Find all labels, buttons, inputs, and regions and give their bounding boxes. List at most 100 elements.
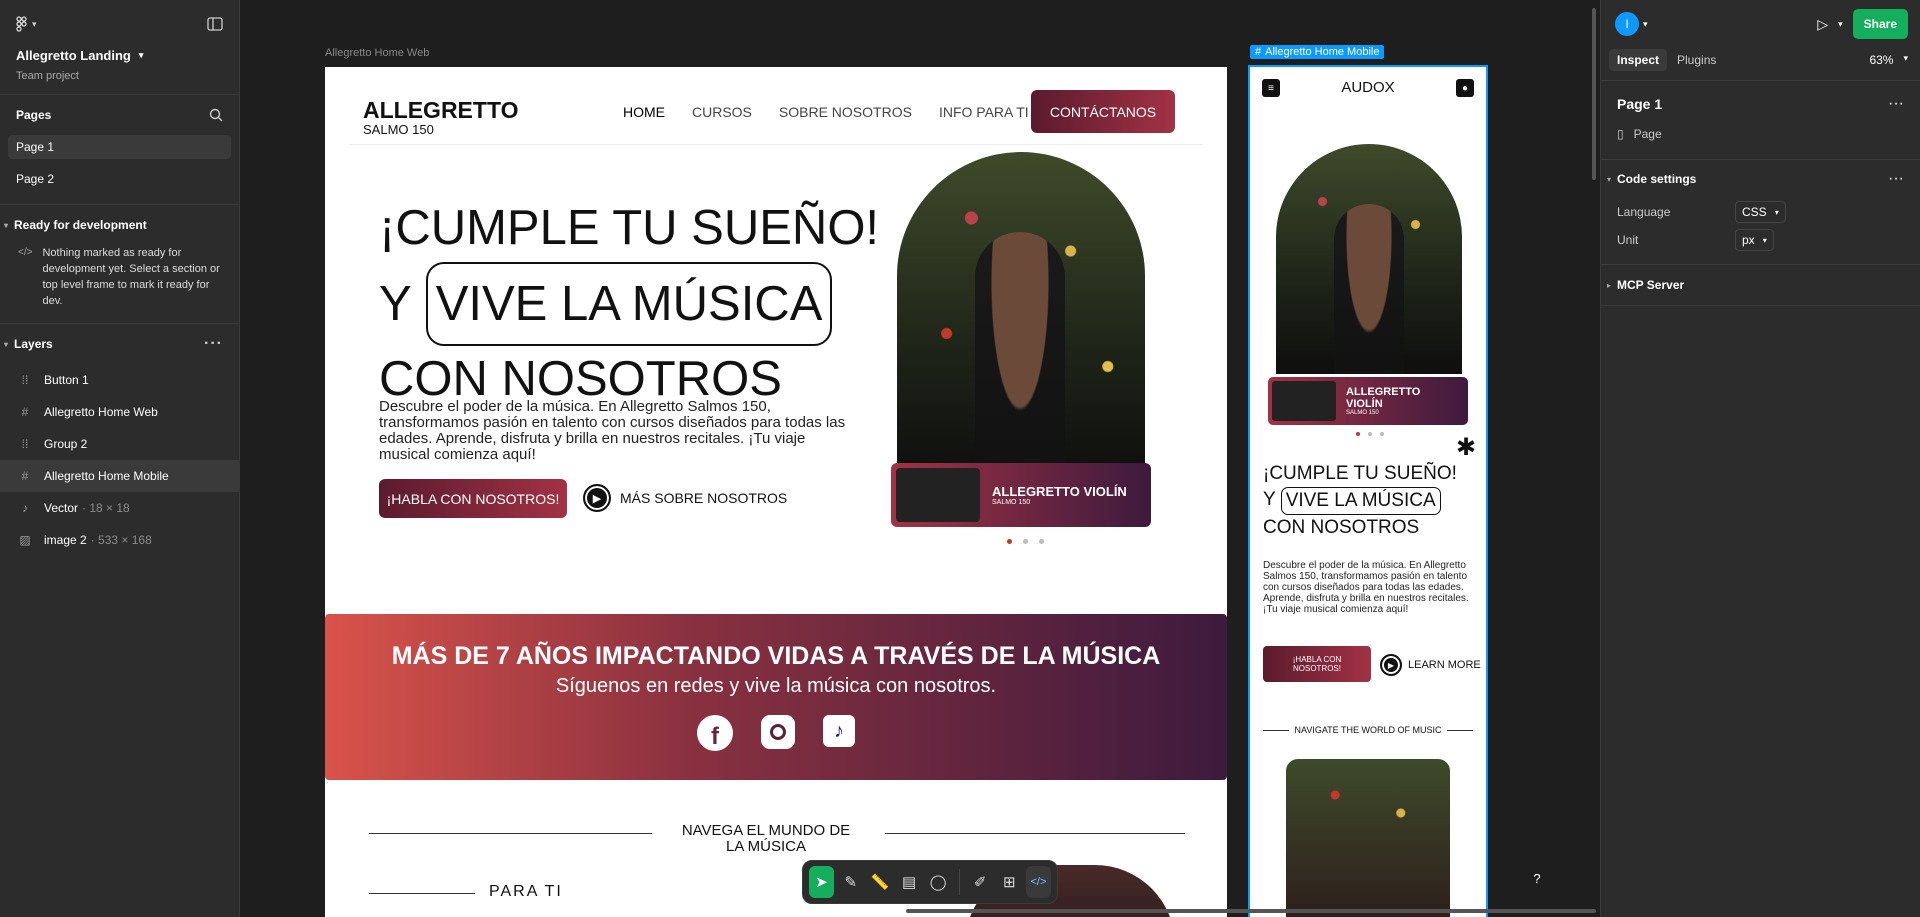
hero-card[interactable]: ALLEGRETTO VIOLÍN SALMO 150 (891, 463, 1151, 527)
toggle-sidebar-icon[interactable] (207, 17, 223, 31)
mcp-server-section[interactable]: ▸ MCP Server (1601, 265, 1920, 305)
mobile-learn-more-label: LEARN MORE (1408, 659, 1481, 671)
right-panel: I ▾ ▷ ▾ Share Inspect Plugins 63% ▾ Page … (1523, 0, 1920, 917)
figma-menu-button[interactable]: ▾ (16, 16, 37, 32)
mobile-talk-button[interactable]: ¡HABLA CON NOSOTROS! (1263, 646, 1371, 682)
talk-button[interactable]: ¡HABLA CON NOSOTROS! (379, 479, 567, 518)
tab-plugins[interactable]: Plugins (1675, 49, 1718, 71)
move-tool-icon[interactable]: ➤ (809, 866, 835, 898)
present-play-icon[interactable]: ▷ (1817, 16, 1828, 33)
chevron-right-icon: ▸ (1607, 280, 1612, 290)
zoom-control[interactable]: 63% ▾ (1869, 53, 1908, 67)
design-canvas[interactable]: Allegretto Home Web # Allegretto Home Mob… (241, 0, 1599, 917)
nav-cursos[interactable]: CURSOS (692, 104, 752, 120)
unit-select[interactable]: px ▾ (1735, 229, 1774, 251)
user-icon[interactable]: ● (1456, 79, 1474, 97)
stats-banner: MÁS DE 7 AÑOS IMPACTANDO VIDAS A TRAVÉS … (325, 614, 1227, 780)
hero-boxed: VIVE LA MÚSICA (425, 262, 833, 346)
layer-meta: · 533 × 168 (90, 533, 152, 547)
hero-title: ¡CUMPLE TU SUEÑO! Y VIVE LA MÚSICA CON NO… (379, 195, 879, 413)
ready-header[interactable]: ▾ Ready for development (0, 205, 239, 245)
chevron-down-icon[interactable]: ▾ (4, 340, 8, 349)
instagram-icon[interactable] (761, 715, 795, 749)
avatar[interactable]: I (1615, 12, 1639, 36)
layers-list: ⁞⁞ Button 1 # Allegretto Home Web ⁞⁞ Group 2 #… (0, 364, 239, 556)
code-icon: </> (18, 247, 33, 258)
frame-icon: # (21, 469, 29, 483)
more-options-icon[interactable]: ··· (1888, 170, 1904, 188)
mobile-card[interactable]: ALLEGRETTO VIOLÍN SALMO 150 (1268, 377, 1468, 425)
annotate-tool-icon[interactable]: ▤ (896, 866, 921, 898)
page-title: Page 1 (1617, 96, 1663, 112)
horizontal-scrollbar[interactable] (906, 909, 1596, 913)
facebook-icon[interactable]: f (697, 715, 733, 751)
team-name: Team project (16, 70, 79, 82)
nav-home[interactable]: HOME (623, 104, 665, 120)
code-settings-title: Code settings (1617, 172, 1697, 186)
more-about-label: MÁS SOBRE NOSOTROS (620, 490, 788, 506)
measure-tool-icon[interactable]: 📏 (867, 866, 892, 898)
page-doc-icon: ▯ (1617, 127, 1624, 141)
more-options-icon[interactable]: ··· (204, 335, 223, 353)
group-icon: ⁞⁞ (21, 437, 29, 451)
project-name[interactable]: Allegretto Landing (16, 48, 131, 63)
ready-message: </> Nothing marked as ready for developm… (0, 245, 239, 324)
layer-item[interactable]: ♪ Vector · 18 × 18 (0, 492, 239, 524)
mobile-frame-label-text: Allegretto Home Mobile (1265, 46, 1380, 58)
hero-line-1: ¡CUMPLE TU SUEÑO! (379, 201, 880, 255)
vertical-scrollbar[interactable] (1592, 8, 1596, 180)
ready-message-text: Nothing marked as ready for development … (42, 247, 220, 307)
page-item-page-1[interactable]: Page 1 (8, 135, 231, 159)
layer-item[interactable]: # Allegretto Home Web (0, 396, 239, 428)
hero-description: Descubre el poder de la música. En Alleg… (379, 398, 846, 463)
mobile-carousel-dots[interactable] (1356, 432, 1384, 436)
nav-info[interactable]: INFO PARA TI (939, 104, 1029, 120)
logo-main: ALLEGRETTO (363, 97, 519, 123)
mobile-card-title: ALLEGRETTO VIOLÍN (1346, 386, 1421, 410)
asterisk-icon: ✱ (1456, 434, 1477, 461)
contact-button[interactable]: CONTÁCTANOS (1031, 90, 1175, 133)
para-ti-title: PARA TI (489, 883, 563, 900)
nav-sobre[interactable]: SOBRE NOSOTROS (779, 104, 912, 120)
tab-inspect[interactable]: Inspect (1609, 49, 1668, 71)
divider-line (885, 833, 1185, 834)
tiktok-icon[interactable]: ♪ (823, 715, 855, 747)
play-icon: ▶ (583, 484, 611, 512)
user-menu[interactable]: I ▾ (1615, 12, 1648, 36)
mobile-frame-label[interactable]: # Allegretto Home Mobile (1250, 45, 1385, 59)
table-tool-icon[interactable]: ⊞ (997, 866, 1022, 898)
layer-item[interactable]: ⁞⁞ Group 2 (0, 428, 239, 460)
search-icon[interactable] (209, 108, 223, 122)
mobile-frame[interactable]: ≡ AUDOX ● ALLEGRETTO VIOLÍN SALMO 150 ✱ ¡… (1248, 65, 1488, 917)
hero-y: Y (379, 276, 412, 331)
layer-item[interactable]: # Allegretto Home Mobile (0, 460, 239, 492)
carousel-dots[interactable] (1007, 539, 1044, 544)
share-button[interactable]: Share (1852, 9, 1908, 39)
card-thumbnail (896, 468, 980, 522)
web-logo[interactable]: ALLEGRETTO SALMO 150 (363, 97, 518, 137)
dev-mode-icon[interactable]: </> (1025, 866, 1052, 898)
more-options-icon[interactable]: ··· (1888, 95, 1904, 113)
chevron-down-icon[interactable]: ▾ (1838, 19, 1843, 30)
web-frame-label[interactable]: Allegretto Home Web (325, 47, 429, 59)
pen-tool-icon[interactable]: ✎ (838, 866, 863, 898)
layer-item[interactable]: ▨ image 2 · 533 × 168 (0, 524, 239, 556)
layer-item[interactable]: ⁞⁞ Button 1 (0, 364, 239, 396)
draw-tool-icon[interactable]: ✐ (968, 866, 993, 898)
language-select[interactable]: CSS ▾ (1735, 201, 1786, 223)
mobile-learn-more-button[interactable]: ▶ LEARN MORE (1380, 654, 1481, 676)
page-item-page-2[interactable]: Page 2 (8, 167, 231, 191)
web-frame[interactable]: ALLEGRETTO SALMO 150 HOME CURSOS SOBRE N… (325, 67, 1227, 917)
frame-icon: # (21, 405, 29, 419)
mobile-brand[interactable]: AUDOX (1250, 79, 1486, 96)
chevron-down-icon[interactable]: ▾ (139, 50, 144, 61)
chevron-down-icon[interactable]: ▾ (1607, 175, 1611, 184)
mobile-hero-y: Y (1263, 489, 1276, 510)
help-icon[interactable]: ? (1523, 864, 1551, 892)
comment-tool-icon[interactable]: ◯ (926, 866, 951, 898)
more-about-button[interactable]: ▶ MÁS SOBRE NOSOTROS (583, 484, 787, 512)
language-label: Language (1617, 205, 1671, 219)
ready-title: Ready for development (14, 218, 147, 232)
mobile-hero-line-1: ¡CUMPLE TU SUEÑO! (1263, 463, 1457, 484)
mobile-hero-boxed: VIVE LA MÚSICA (1280, 487, 1441, 515)
